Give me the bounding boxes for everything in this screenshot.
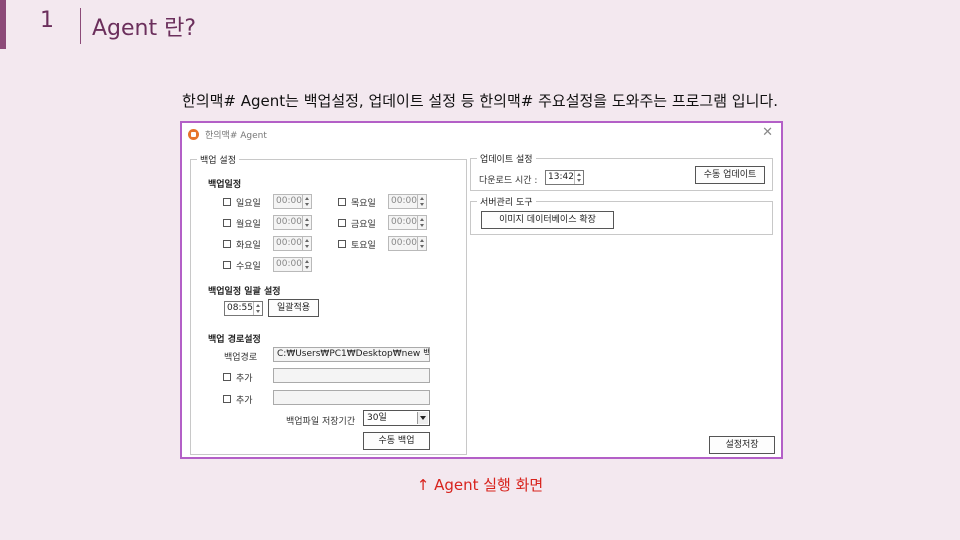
thursday-time-input[interactable]: 00:00 [388,194,427,209]
wednesday-checkbox[interactable] [223,261,231,269]
save-settings-button[interactable]: 설정저장 [709,436,775,454]
add-path-2-field[interactable] [273,390,430,405]
screenshot-caption: ↑ Agent 실행 화면 [416,476,544,494]
backup-path-field[interactable]: C:₩Users₩PC1₩Desktop₩new 백업# [273,347,430,362]
monday-checkbox[interactable] [223,219,231,227]
backup-path-label: 백업경로 [224,353,258,363]
server-tools-legend: 서버관리 도구 [477,195,536,208]
spinner-icon[interactable] [253,302,262,315]
slide-title: Agent 란? [92,16,197,41]
add-path-1-checkbox[interactable] [223,373,231,381]
manual-update-button[interactable]: 수동 업데이트 [695,166,765,184]
title-divider [80,8,81,44]
backup-path-heading: 백업 경로설정 [208,335,261,345]
manual-backup-button[interactable]: 수동 백업 [363,432,430,450]
slide-accent-bar [0,0,6,49]
download-time-input[interactable]: 13:42 [545,170,584,185]
app-logo-icon [188,128,199,140]
saturday-label: 토요일 [351,241,376,251]
intro-text: 한의맥# Agent는 백업설정, 업데이트 설정 등 한의맥# 주요설정을 도… [182,92,778,110]
download-time-label: 다운로드 시간 : [479,176,538,186]
image-db-expand-button[interactable]: 이미지 데이터베이스 확장 [481,211,614,229]
add-path-1-label: 추가 [236,374,253,384]
backup-settings-legend: 백업 설정 [197,153,239,166]
friday-checkbox[interactable] [338,219,346,227]
monday-label: 월요일 [236,220,261,230]
wednesday-label: 수요일 [236,262,261,272]
server-tools-group: 서버관리 도구 이미지 데이터베이스 확장 [470,195,773,235]
thursday-checkbox[interactable] [338,198,346,206]
window-title: 한의맥# Agent [205,130,267,141]
sunday-checkbox[interactable] [223,198,231,206]
saturday-time-input[interactable]: 00:00 [388,236,427,251]
sunday-label: 일요일 [236,199,261,209]
spinner-icon[interactable] [417,216,426,229]
bulk-schedule-heading: 백업일정 일괄 설정 [208,287,281,297]
spinner-icon[interactable] [574,171,583,184]
spinner-icon[interactable] [302,216,311,229]
agent-window: 한의맥# Agent ✕ 백업 설정 백업일정 일요일 00:00 월요일 00… [180,121,783,459]
chevron-down-icon[interactable] [417,412,428,424]
add-path-2-label: 추가 [236,396,253,406]
tuesday-label: 화요일 [236,241,261,251]
wednesday-time-input[interactable]: 00:00 [273,257,312,272]
spinner-icon[interactable] [302,195,311,208]
backup-settings-group: 백업 설정 백업일정 일요일 00:00 월요일 00:00 화요일 00:00… [190,153,467,455]
spinner-icon[interactable] [417,195,426,208]
spinner-icon[interactable] [302,258,311,271]
add-path-2-checkbox[interactable] [223,395,231,403]
bulk-time-input[interactable]: 08:55 [224,301,263,316]
spinner-icon[interactable] [417,237,426,250]
spinner-icon[interactable] [302,237,311,250]
add-path-1-field[interactable] [273,368,430,383]
update-settings-legend: 업데이트 설정 [477,152,536,165]
slide-number: 1 [40,8,54,33]
thursday-label: 목요일 [351,199,376,209]
bulk-apply-button[interactable]: 일괄적용 [268,299,319,317]
monday-time-input[interactable]: 00:00 [273,215,312,230]
sunday-time-input[interactable]: 00:00 [273,194,312,209]
tuesday-time-input[interactable]: 00:00 [273,236,312,251]
saturday-checkbox[interactable] [338,240,346,248]
retention-label: 백업파일 저장기간 [286,417,356,427]
friday-label: 금요일 [351,220,376,230]
close-icon[interactable]: ✕ [762,125,773,140]
friday-time-input[interactable]: 00:00 [388,215,427,230]
tuesday-checkbox[interactable] [223,240,231,248]
retention-select[interactable]: 30일 [363,410,430,426]
window-titlebar: 한의맥# Agent ✕ [182,123,781,145]
update-settings-group: 업데이트 설정 다운로드 시간 : 13:42 수동 업데이트 [470,152,773,191]
backup-schedule-heading: 백업일정 [208,180,242,190]
